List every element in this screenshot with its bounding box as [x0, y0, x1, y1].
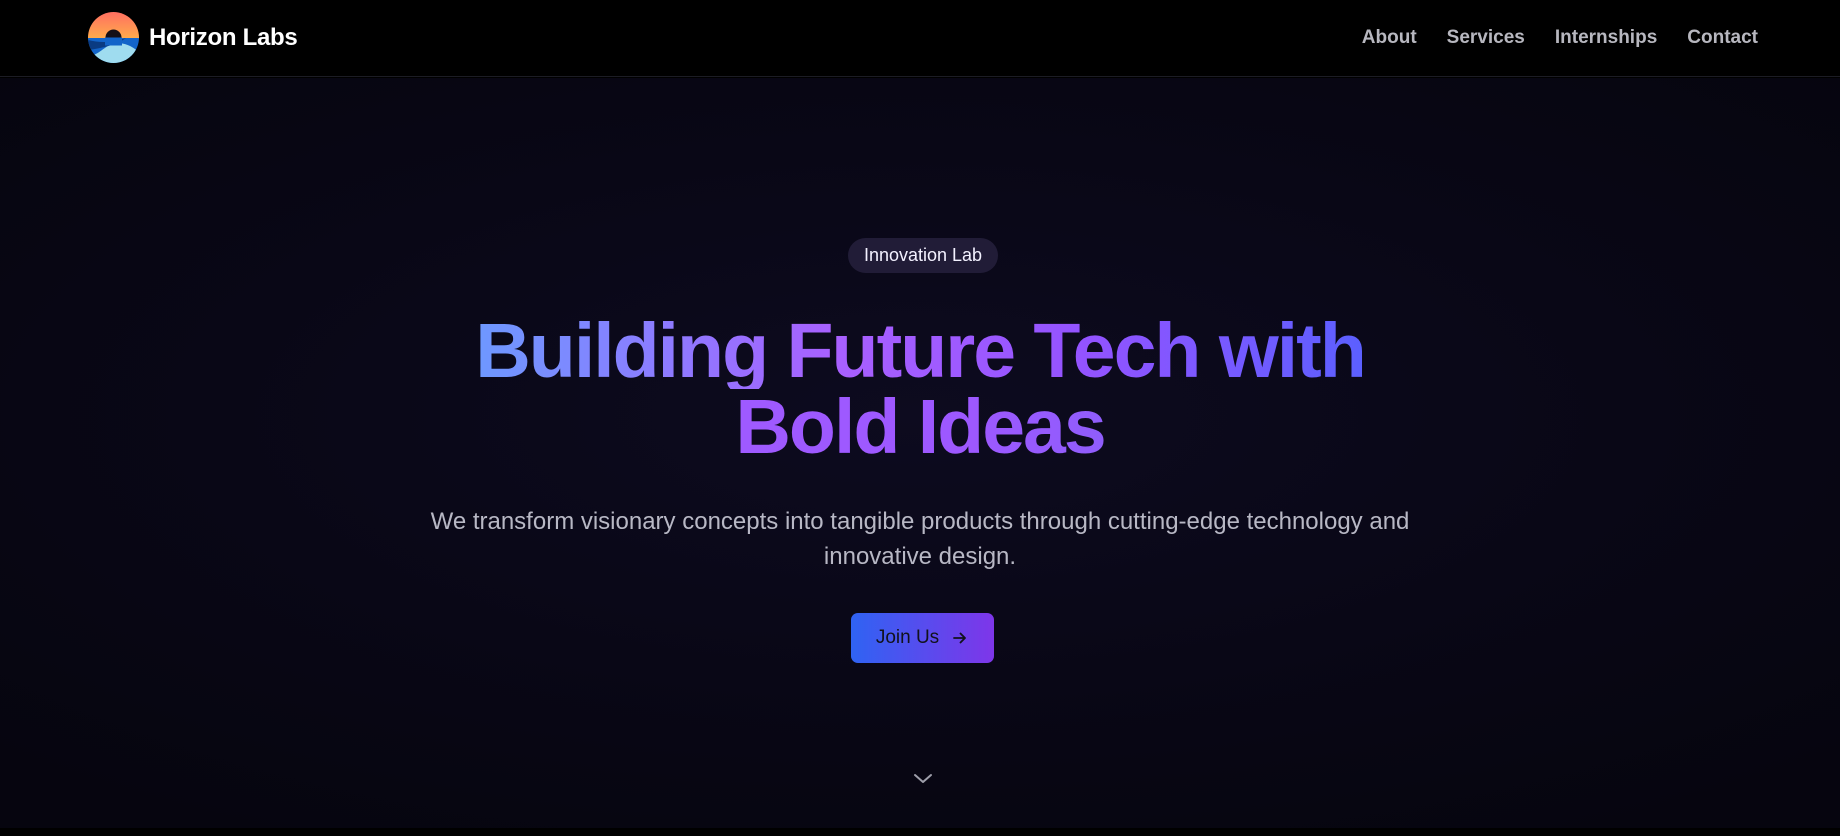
site-header: Horizon Labs About Services Internships …	[0, 0, 1840, 77]
nav-link-about[interactable]: About	[1362, 26, 1417, 50]
innovation-badge: Innovation Lab	[848, 238, 998, 273]
chevron-down-icon	[914, 774, 932, 783]
join-us-label: Join Us	[875, 627, 940, 648]
join-us-button[interactable]: Join Us	[851, 613, 994, 663]
headline-line-2: Bold Ideas	[400, 389, 1440, 466]
brand-name: Horizon Labs	[149, 23, 298, 51]
nav-link-services[interactable]: Services	[1447, 26, 1525, 50]
brand-link[interactable]: Horizon Labs	[88, 12, 298, 63]
arrow-right-icon	[953, 632, 967, 644]
hero-subtitle: We transform visionary concepts into tan…	[430, 508, 1410, 570]
hero-section: Innovation Lab Building Future Tech with…	[0, 78, 1840, 836]
main-navigation: About Services Internships Contact	[1362, 26, 1758, 50]
hero-headline: Building Future Tech with Bold Ideas	[400, 313, 1440, 466]
headline-line-1: Building Future Tech with	[400, 313, 1440, 390]
nav-link-internships[interactable]: Internships	[1555, 26, 1657, 50]
horizon-logo-icon	[88, 12, 139, 63]
scroll-down-button[interactable]	[911, 770, 935, 787]
nav-link-contact[interactable]: Contact	[1687, 26, 1758, 50]
